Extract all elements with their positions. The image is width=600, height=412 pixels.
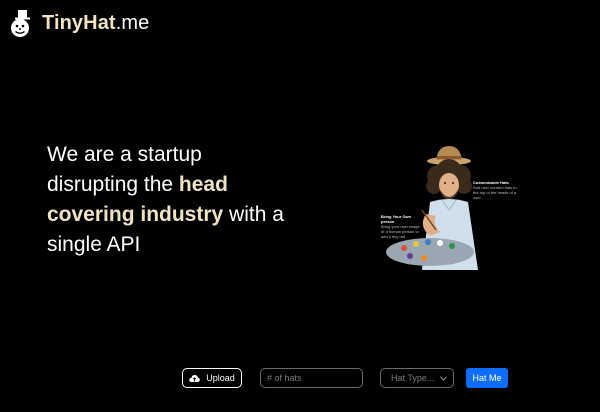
page: TinyHat.me We are a startup disrupting t…	[0, 0, 600, 412]
brand-tld: .me	[115, 11, 150, 34]
hero-line-3-suffix: with a	[223, 203, 284, 226]
hat-type-select[interactable]: Hat Type...	[380, 368, 454, 388]
cloud-upload-icon	[189, 374, 201, 382]
hero-line-1: We are a startup	[47, 143, 202, 166]
brand-name: TinyHat.me	[42, 12, 149, 35]
hero-highlight-head: head	[178, 173, 228, 196]
hero-illustration: Customizable Hats Add user curated hats …	[378, 144, 528, 270]
hat-type-value: Hat Type...	[391, 373, 435, 383]
upload-button[interactable]: Upload	[182, 368, 242, 388]
callout-bring-your-own: Bring Your Own person Bring your own ima…	[381, 214, 421, 239]
hat-me-button[interactable]: Hat Me	[466, 368, 508, 388]
callout-customizable-hats: Customizable Hats Add user curated hats …	[473, 180, 523, 200]
hero-headline: We are a startup disrupting the head cov…	[47, 140, 307, 260]
hat-count-input[interactable]	[260, 368, 363, 388]
painter-with-hat-image	[386, 146, 478, 270]
hero-highlight-covering: covering industry	[47, 203, 224, 226]
hero-line-2-prefix: disrupting the	[47, 173, 179, 196]
callout-left-title: Bring Your Own person	[381, 214, 412, 224]
snowman-top-hat-icon	[11, 10, 30, 37]
hero-line-2: disrupting the head	[47, 170, 307, 200]
hat-form: Upload Hat Type... Hat Me	[0, 368, 600, 390]
upload-label: Upload	[206, 373, 235, 383]
brand-main: TinyHat	[42, 11, 116, 34]
callout-left-text: Bring your own image of a human person t…	[381, 224, 420, 239]
hat-me-label: Hat Me	[472, 373, 502, 383]
chevron-down-icon	[440, 375, 447, 381]
site-logo[interactable]: TinyHat.me	[6, 8, 149, 38]
callout-right-text: Add user curated hats to the top of the …	[473, 185, 517, 200]
hero-line-4: single API	[47, 233, 141, 256]
hero-line-3: covering industry with a	[47, 200, 307, 230]
